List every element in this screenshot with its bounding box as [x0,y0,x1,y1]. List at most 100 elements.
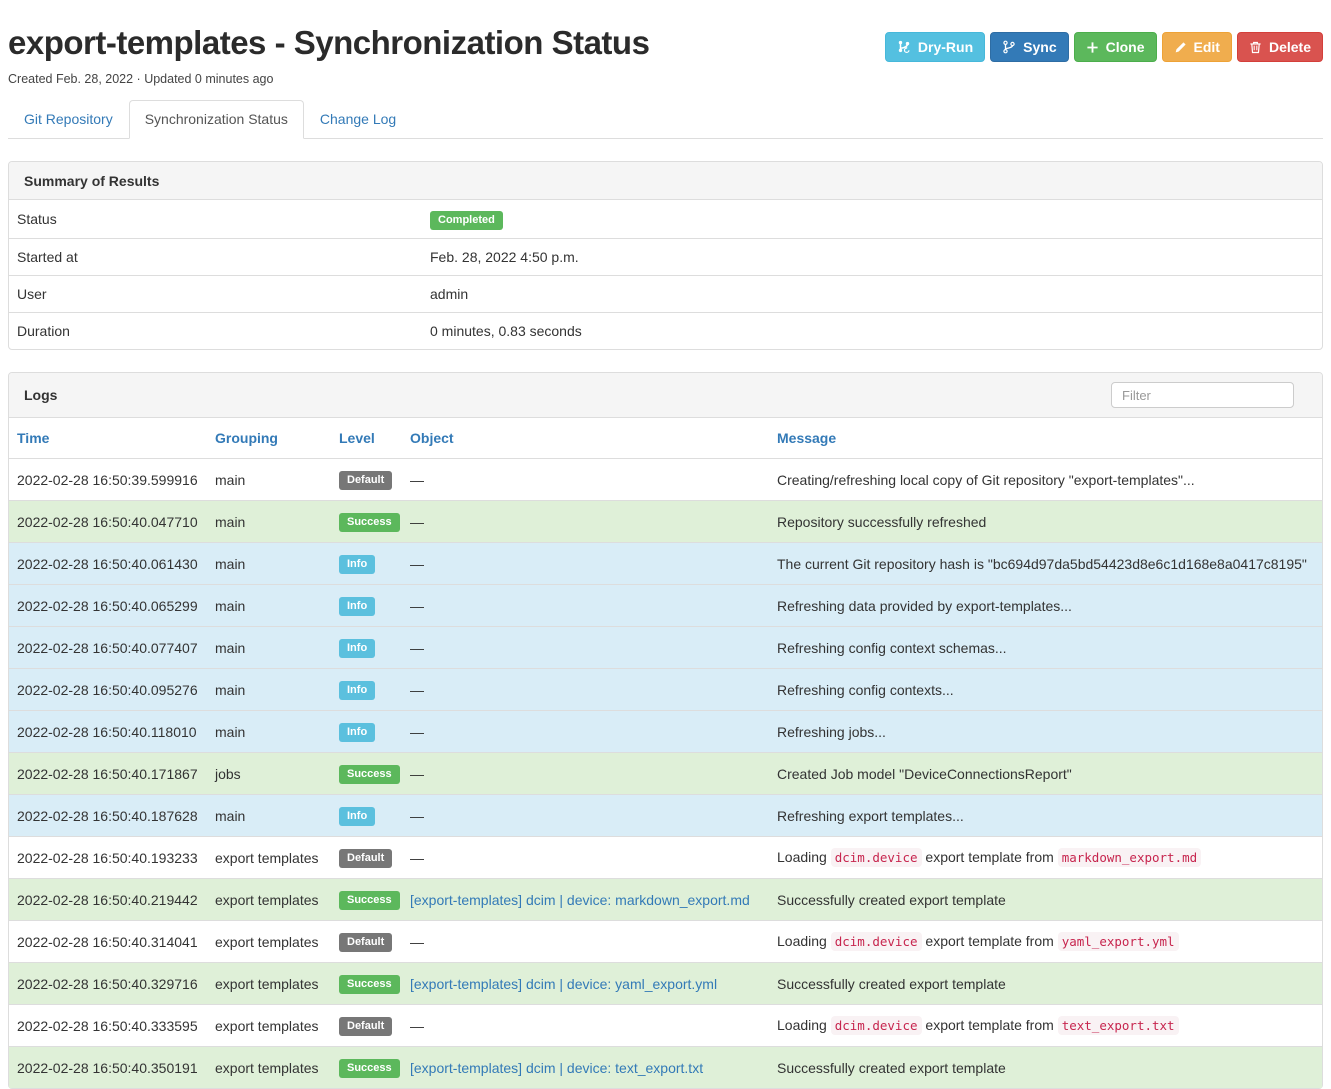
log-object-cell: — [402,585,769,627]
log-object-cell: — [402,711,769,753]
tab-change-log[interactable]: Change Log [304,100,412,139]
branch-sync-icon [1002,40,1016,54]
log-grouping-cell: jobs [207,753,331,795]
level-badge-success: Success [339,975,400,994]
message-text: Repository successfully refreshed [777,514,986,530]
log-grouping-cell: export templates [207,1005,331,1047]
sort-object-link[interactable]: Object [410,430,454,446]
delete-button[interactable]: Delete [1237,32,1323,62]
log-time-cell: 2022-02-28 16:50:40.219442 [9,879,207,921]
log-level-cell: Success [331,1047,402,1089]
log-message-cell: Refreshing config context schemas... [769,627,1322,669]
message-text: Refreshing export templates... [777,808,964,824]
sort-time-link[interactable]: Time [17,430,49,446]
summary-panel-heading: Summary of Results [9,162,1322,200]
log-message-cell: Creating/refreshing local copy of Git re… [769,459,1322,501]
level-badge-info: Info [339,597,375,616]
page-subtitle: Created Feb. 28, 2022 · Updated 0 minute… [8,72,1323,86]
message-text: export template from [922,1017,1058,1033]
log-level-cell: Default [331,837,402,879]
level-badge-success: Success [339,765,400,784]
message-text: Refreshing jobs... [777,724,886,740]
log-level-cell: Info [331,543,402,585]
code-chip: text_export.txt [1058,1016,1179,1035]
log-row: 2022-02-28 16:50:40.065299mainInfo—Refre… [9,585,1322,627]
sync-button[interactable]: Sync [990,32,1068,62]
log-grouping-cell: export templates [207,1047,331,1089]
log-row: 2022-02-28 16:50:40.193233export templat… [9,837,1322,879]
edit-label: Edit [1194,39,1220,55]
log-level-cell: Info [331,711,402,753]
log-object-cell: [export-templates] dcim | device: yaml_e… [402,963,769,1005]
log-level-cell: Info [331,669,402,711]
log-object-cell: — [402,669,769,711]
summary-row-started: Started at Feb. 28, 2022 4:50 p.m. [9,239,1322,276]
message-text: export template from [922,933,1058,949]
log-time-cell: 2022-02-28 16:50:40.333595 [9,1005,207,1047]
status-badge: Completed [430,211,503,230]
message-text: Creating/refreshing local copy of Git re… [777,472,1195,488]
message-text: The current Git repository hash is "bc69… [777,556,1307,572]
level-badge-success: Success [339,513,400,532]
log-message-cell: Created Job model "DeviceConnectionsRepo… [769,753,1322,795]
message-text: Successfully created export template [777,892,1006,908]
summary-value: 0 minutes, 0.83 seconds [422,313,1322,350]
log-time-cell: 2022-02-28 16:50:40.118010 [9,711,207,753]
log-grouping-cell: export templates [207,837,331,879]
level-badge-default: Default [339,849,392,868]
log-row: 2022-02-28 16:50:40.314041 export templat… [9,921,1322,963]
log-row: 2022-02-28 16:50:40.350191export templat… [9,1047,1322,1089]
level-badge-success: Success [339,891,400,910]
code-chip: dcim.device [831,932,922,951]
summary-label: Started at [9,239,422,276]
dry-run-label: Dry-Run [918,39,973,55]
summary-table: Status Completed Started at Feb. 28, 202… [9,200,1322,349]
level-badge-info: Info [339,807,375,826]
tab-git-repository[interactable]: Git Repository [8,100,129,139]
log-object-cell: — [402,753,769,795]
log-row: 2022-02-28 16:50:40.219442export templat… [9,879,1322,921]
log-object-cell: — [402,1005,769,1047]
tab-bar: Git Repository Synchronization Status Ch… [8,100,1323,139]
log-grouping-cell: main [207,627,331,669]
code-chip: dcim.device [831,1016,922,1035]
log-grouping-cell: main [207,669,331,711]
log-grouping-cell: main [207,795,331,837]
plus-icon [1086,41,1099,54]
sort-message-link[interactable]: Message [777,430,836,446]
log-time-cell: 2022-02-28 16:50:40.065299 [9,585,207,627]
log-grouping-cell: main [207,501,331,543]
summary-row-status: Status Completed [9,200,1322,239]
log-message-cell: Refreshing jobs... [769,711,1322,753]
level-badge-info: Info [339,723,375,742]
clone-button[interactable]: Clone [1074,32,1157,62]
level-badge-info: Info [339,555,375,574]
logs-table-body: 2022-02-28 16:50:39.599916mainDefault—Cr… [9,459,1322,1089]
message-text: Created Job model "DeviceConnectionsRepo… [777,766,1072,782]
logs-filter-input[interactable] [1111,382,1294,408]
logs-header-row: Time Grouping Level Object Message [9,418,1322,459]
log-object-cell: — [402,627,769,669]
summary-label: User [9,276,422,313]
log-object-cell: — [402,543,769,585]
log-message-cell: Successfully created export template [769,1047,1322,1089]
log-object-link[interactable]: [export-templates] dcim | device: text_e… [410,1060,703,1076]
sort-level-link[interactable]: Level [339,430,375,446]
log-message-cell: Loading dcim.device export template from… [769,1005,1322,1047]
message-text: Loading [777,1017,831,1033]
log-row: 2022-02-28 16:50:39.599916mainDefault—Cr… [9,459,1322,501]
log-grouping-cell: main [207,459,331,501]
sort-grouping-link[interactable]: Grouping [215,430,278,446]
log-level-cell: Default [331,1005,402,1047]
log-object-link[interactable]: [export-templates] dcim | device: yaml_e… [410,976,717,992]
log-time-cell: 2022-02-28 16:50:40.314041 [9,921,207,963]
edit-button[interactable]: Edit [1162,32,1232,62]
summary-row-user: User admin [9,276,1322,313]
message-text: Loading [777,933,831,949]
dry-run-button[interactable]: Dry-Run [885,32,985,62]
log-row: 2022-02-28 16:50:40.333595export templat… [9,1005,1322,1047]
tab-synchronization-status[interactable]: Synchronization Status [129,100,304,139]
log-object-link[interactable]: [export-templates] dcim | device: markdo… [410,892,750,908]
log-grouping-cell: export templates [207,963,331,1005]
log-message-cell: Repository successfully refreshed [769,501,1322,543]
